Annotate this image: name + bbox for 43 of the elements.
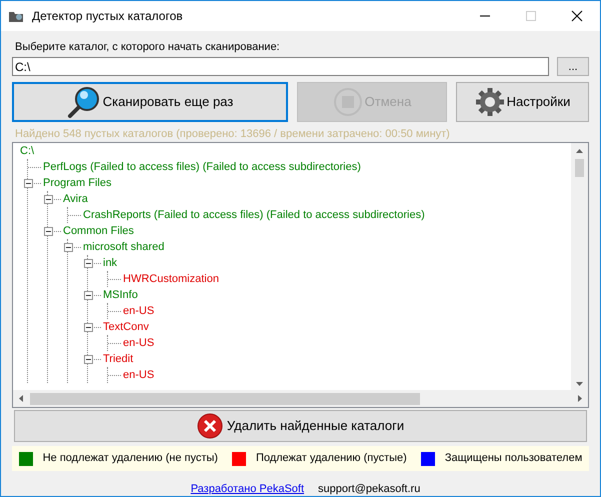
collapse-toggle[interactable] xyxy=(64,243,73,252)
collapse-toggle[interactable] xyxy=(44,195,53,204)
tree-item[interactable]: CrashReports (Failed to access files) (Failed to access subdirectories) xyxy=(81,207,425,223)
tree-item[interactable]: ink xyxy=(101,255,118,271)
collapse-toggle[interactable] xyxy=(84,323,93,332)
browse-button[interactable]: ... xyxy=(557,57,589,76)
tree-item[interactable]: Avira xyxy=(61,191,88,207)
collapse-toggle[interactable] xyxy=(84,259,93,268)
delete-icon xyxy=(196,413,223,439)
settings-button[interactable]: Настройки xyxy=(456,82,589,122)
legend-label: Не подлежат удалению (не пусты) xyxy=(42,451,218,466)
tree-item[interactable]: Common Files xyxy=(61,223,134,239)
status-text: Найдено 548 пустых каталогов (проверено: 13696 / времени затрачено: 00:50 минут) xyxy=(15,127,451,141)
magnifier-icon xyxy=(66,85,101,119)
vertical-scrollbar[interactable] xyxy=(571,143,588,392)
tree-item[interactable]: en-US xyxy=(121,303,154,319)
folder-field[interactable]: C:\ xyxy=(12,57,549,76)
scroll-thumb[interactable] xyxy=(575,159,584,177)
collapse-toggle[interactable] xyxy=(24,179,33,188)
scan-button[interactable]: Сканировать еще раз xyxy=(12,82,288,122)
collapse-toggle[interactable] xyxy=(44,227,53,236)
tree-item[interactable]: Program Files xyxy=(41,175,112,191)
tree-item[interactable]: microsoft shared xyxy=(81,239,164,255)
developer-link[interactable]: Разработано PekaSoft xyxy=(190,481,304,496)
tree-item[interactable]: HWRCustomization xyxy=(121,271,219,287)
support-email: support@pekasoft.ru xyxy=(318,482,420,496)
tree-item[interactable]: C:\ xyxy=(18,143,34,159)
tree-item[interactable]: MSInfo xyxy=(101,287,138,303)
tree-item[interactable]: PerfLogs (Failed to access files) (Failed to access subdirectories) xyxy=(41,159,361,175)
horizontal-scrollbar[interactable] xyxy=(13,390,588,407)
window-title: Детектор пустых каталогов xyxy=(32,8,183,25)
tree-item[interactable]: en-US xyxy=(121,335,154,351)
tree-item[interactable]: Triedit xyxy=(101,351,134,367)
folder-label: Выберите каталог, с которого начать сканирование: xyxy=(15,40,281,55)
collapse-toggle[interactable] xyxy=(84,355,93,364)
legend-label: Подлежат удалению (пустые) xyxy=(256,451,407,466)
tree-item[interactable]: en-US xyxy=(121,367,154,383)
gear-icon xyxy=(474,87,505,117)
legend-label: Защищены пользователем xyxy=(444,451,582,466)
delete-button[interactable]: Удалить найденные каталоги xyxy=(14,410,587,442)
tree-item[interactable]: TextConv xyxy=(101,319,149,335)
scroll-thumb[interactable] xyxy=(30,392,420,404)
collapse-toggle[interactable] xyxy=(84,291,93,300)
